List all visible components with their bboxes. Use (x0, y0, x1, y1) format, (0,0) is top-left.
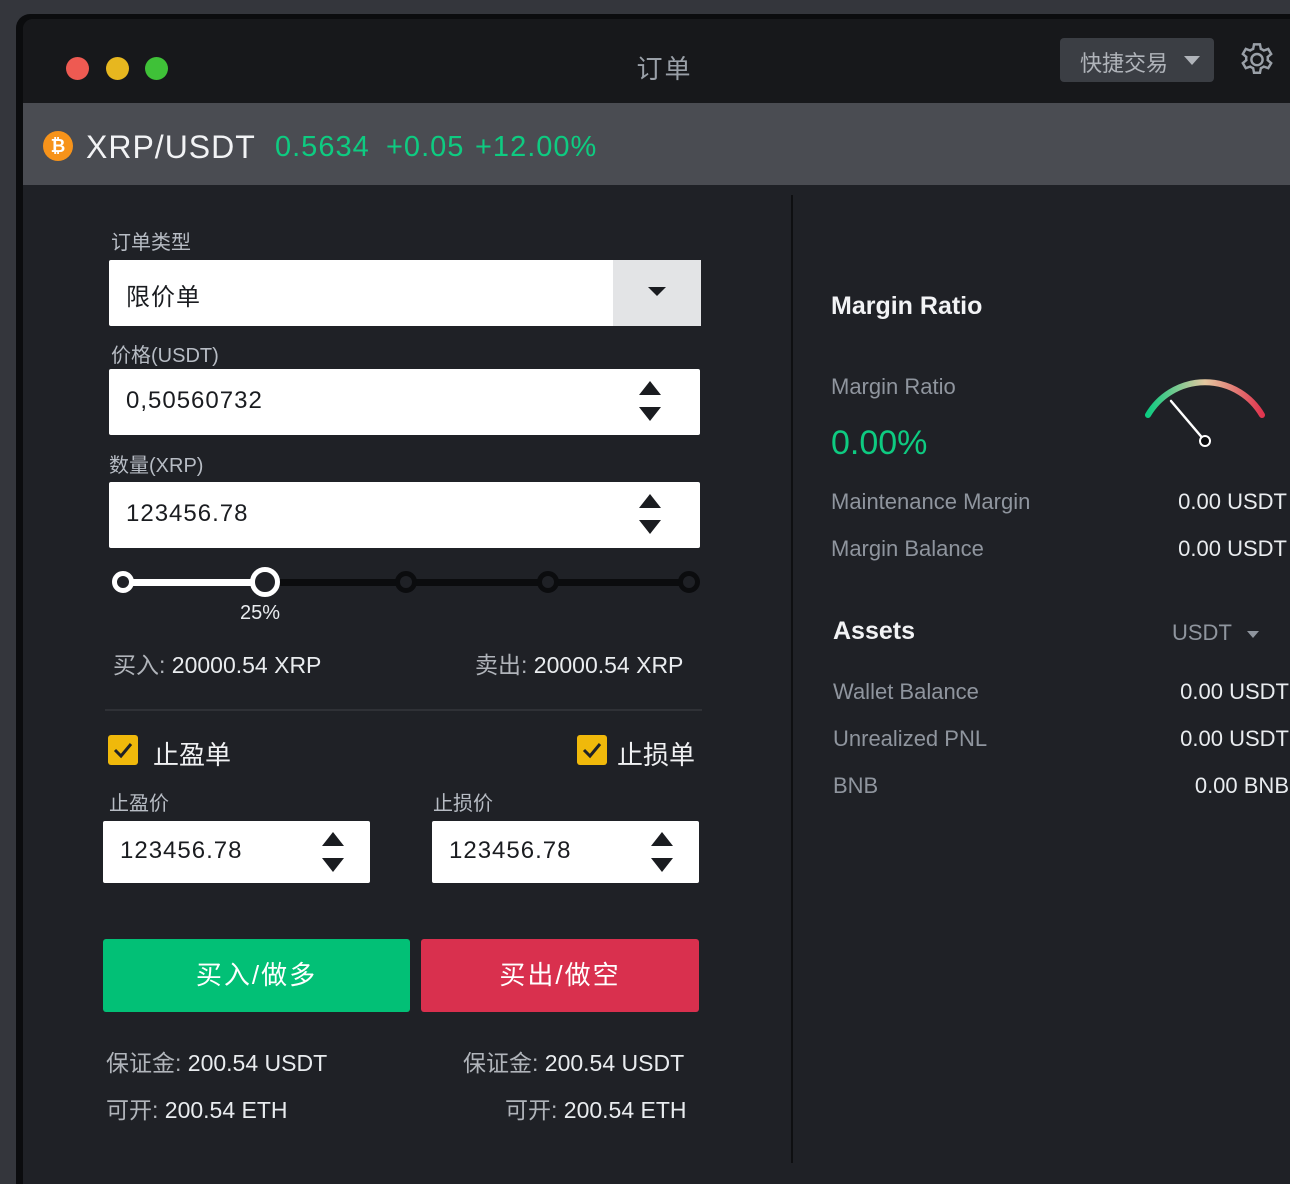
margin-ratio-title: Margin Ratio (831, 292, 983, 320)
bnb-label: BNB (833, 773, 879, 798)
slider-stop-75[interactable] (537, 571, 559, 593)
slider-fill (123, 579, 263, 586)
asset-currency-select[interactable]: USDT (1172, 620, 1232, 646)
take-profit-price-label: 止盈价 (109, 793, 169, 815)
order-type-label: 订单类型 (111, 232, 191, 254)
slider-stop-50[interactable] (395, 571, 417, 593)
app-window: 订单 快捷交易 ₿ XRP/USDT 0.5634 +0.05 +12.00% … (16, 14, 1290, 1184)
order-type-dropdown-button[interactable] (613, 260, 701, 326)
stop-loss-checkbox[interactable] (577, 735, 607, 765)
unrealized-pnl-label: Unrealized PNL (833, 726, 988, 751)
maintenance-margin-label: Maintenance Margin (831, 489, 1031, 514)
margin-balance-value: 0.00 USDT (1178, 536, 1287, 561)
order-type-select[interactable]: 限价单 (109, 260, 701, 326)
title-bar: 订单 快捷交易 (23, 19, 1290, 103)
order-type-value: 限价单 (126, 284, 201, 311)
price-stepper-icon[interactable] (639, 381, 661, 421)
quick-trade-dropdown[interactable]: 快捷交易 (1060, 38, 1214, 82)
checkbox-check-icon (582, 743, 602, 759)
assets-title: Assets (833, 617, 915, 645)
last-price: 0.5634 (275, 131, 370, 163)
buy-long-button[interactable]: 买入/做多 (103, 939, 410, 1012)
checkbox-check-icon (113, 743, 133, 759)
slider-stop-0[interactable] (112, 571, 134, 593)
slider-stop-100[interactable] (678, 571, 700, 593)
margin-gauge-icon (1145, 379, 1265, 447)
margin-left-label: 保证金: (106, 1050, 182, 1076)
wallet-balance-value: 0.00 USDT (1180, 679, 1289, 704)
sell-amount: 卖出: 20000.54 XRP (475, 646, 683, 680)
price-input[interactable]: 0,50560732 (109, 369, 700, 435)
panel-divider (791, 195, 793, 1163)
margin-left: 保证金: 200.54 USDT (106, 1044, 327, 1078)
quick-trade-label: 快捷交易 (1080, 51, 1169, 76)
settings-gear-icon[interactable] (1236, 40, 1278, 82)
stop-loss-label: 止损单 (617, 740, 696, 770)
price-change: +0.05 (386, 131, 465, 163)
margin-ratio-label: Margin Ratio (831, 374, 956, 399)
section-divider (105, 709, 702, 711)
slider-track (263, 579, 698, 586)
take-profit-price-value: 123456.78 (120, 837, 243, 864)
price-value: 0,50560732 (126, 387, 263, 414)
bitcoin-coin-icon: ₿ (43, 131, 73, 161)
available-right-label: 可开: (505, 1097, 558, 1123)
margin-left-value: 200.54 USDT (187, 1050, 328, 1076)
quantity-input[interactable]: 123456.78 (109, 482, 700, 548)
available-left-value: 200.54 ETH (164, 1097, 288, 1123)
margin-right-label: 保证金: (463, 1050, 539, 1076)
sell-amount-label: 卖出: (475, 652, 528, 678)
price-change-percent: +12.00% (475, 131, 598, 163)
buy-amount: 买入: 20000.54 XRP (113, 646, 321, 680)
stop-loss-price-value: 123456.78 (449, 837, 572, 864)
chevron-down-icon (1184, 56, 1200, 65)
sell-amount-value: 20000.54 XRP (533, 652, 684, 678)
margin-ratio-value: 0.00% (831, 424, 928, 462)
quantity-stepper-icon[interactable] (639, 494, 661, 534)
available-left: 可开: 200.54 ETH (106, 1091, 288, 1125)
take-profit-price-input[interactable]: 123456.78 (103, 821, 370, 883)
bnb-value: 0.00 BNB (1194, 773, 1289, 798)
window-content: 订单 快捷交易 ₿ XRP/USDT 0.5634 +0.05 +12.00% … (23, 19, 1290, 1184)
buy-amount-label: 买入: (113, 652, 166, 678)
sell-short-button[interactable]: 买出/做空 (421, 939, 699, 1012)
slider-percent-label: 25% (240, 602, 281, 624)
ticker-bar: ₿ XRP/USDT 0.5634 +0.05 +12.00% (23, 103, 1290, 185)
take-profit-stepper-icon[interactable] (322, 832, 344, 872)
take-profit-label: 止盈单 (153, 740, 232, 770)
stop-loss-price-label: 止损价 (433, 793, 493, 815)
price-label: 价格(USDT) (111, 345, 219, 367)
available-right-value: 200.54 ETH (563, 1097, 687, 1123)
available-right: 可开: 200.54 ETH (505, 1091, 687, 1125)
quantity-value: 123456.78 (126, 500, 249, 527)
quantity-label: 数量(XRP) (109, 455, 204, 477)
margin-right-value: 200.54 USDT (544, 1050, 685, 1076)
chevron-down-icon[interactable] (1247, 631, 1259, 638)
take-profit-checkbox[interactable] (108, 735, 138, 765)
buy-amount-value: 20000.54 XRP (171, 652, 322, 678)
maintenance-margin-value: 0.00 USDT (1178, 489, 1287, 514)
unrealized-pnl-value: 0.00 USDT (1180, 726, 1289, 751)
available-left-label: 可开: (106, 1097, 159, 1123)
stop-loss-price-input[interactable]: 123456.78 (432, 821, 699, 883)
slider-handle[interactable] (250, 567, 280, 597)
margin-balance-label: Margin Balance (831, 536, 984, 561)
chevron-down-icon (648, 287, 666, 296)
trading-pair[interactable]: XRP/USDT (86, 129, 256, 166)
wallet-balance-label: Wallet Balance (833, 679, 979, 704)
margin-right: 保证金: 200.54 USDT (463, 1044, 684, 1078)
stop-loss-stepper-icon[interactable] (651, 832, 673, 872)
